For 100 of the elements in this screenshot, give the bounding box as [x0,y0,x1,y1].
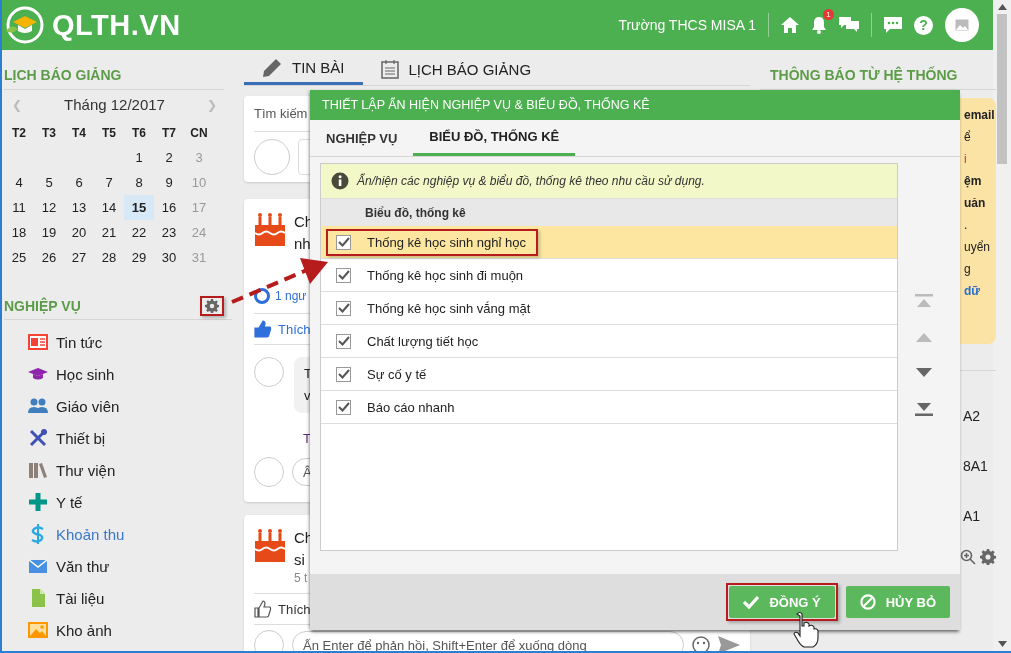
class-label[interactable]: 8A1 [963,458,988,474]
section-title: LỊCH BÁO GIẢNG [4,50,224,90]
menu-item[interactable]: Học sinh [28,358,208,390]
calendar-day[interactable]: 6 [64,170,94,195]
plus-icon [28,492,48,512]
calendar-day[interactable]: 7 [94,170,124,195]
column-header: Biểu đồ, thống kê [365,205,466,220]
weekday-label: T3 [41,125,57,140]
weekday-label: T6 [131,125,147,140]
menu-item[interactable]: Thiết bị [28,422,208,454]
checkmark-icon [743,595,760,609]
calendar-day[interactable]: 27 [64,245,94,270]
checkbox[interactable] [336,300,351,316]
feed-tab[interactable]: TIN BÀI [244,53,363,85]
scrollbar[interactable] [993,0,1011,651]
calendar-day[interactable]: 13 [64,195,94,220]
move-bottom-icon[interactable] [915,401,933,417]
menu-item[interactable]: Khoản thu [28,518,208,550]
send-icon[interactable] [718,636,740,651]
menu-item[interactable]: Giáo viên [28,390,208,422]
checkbox[interactable] [336,366,351,382]
scrollbar-thumb[interactable] [997,14,1007,164]
info-icon [331,172,349,190]
calendar-day[interactable]: 9 [154,170,184,195]
zoom-in-icon[interactable] [960,549,976,565]
calendar-day[interactable]: 26 [34,245,64,270]
menu-item[interactable]: Tài liệu [28,582,208,614]
calendar-day[interactable]: 12 [34,195,64,220]
notification-badge: 1 [823,9,834,20]
weekday-label: T2 [11,125,27,140]
class-label[interactable]: A1 [963,508,981,524]
calendar-day[interactable]: 2 [154,145,184,170]
calendar-day[interactable]: 25 [4,245,34,270]
weekday-label: CN [189,125,209,140]
emoji-icon[interactable] [692,636,710,651]
info-message: Ẩn/hiện các nghiệp vụ & biểu đồ, thống kê theo nhu cầu sử dụng. [357,174,705,188]
class-label[interactable]: A2 [963,408,981,424]
post-time: 5 t [294,571,309,585]
menu-item[interactable]: Tin tức [28,326,208,358]
calendar-day[interactable]: 30 [154,245,184,270]
row-label: Báo cáo nhanh [367,399,455,415]
scroll-up-icon[interactable] [997,4,1007,10]
calendar-day[interactable]: 23 [154,220,184,245]
calendar-day[interactable]: 20 [64,220,94,245]
calendar-day[interactable]: 22 [124,220,154,245]
message-icon[interactable] [884,16,902,34]
reaction-icon [254,288,270,304]
section-title: NGHIỆP VỤ [4,298,81,314]
calendar-day[interactable]: 14 [94,195,124,220]
settings-icon[interactable] [980,549,996,565]
checkbox[interactable] [336,333,351,349]
calendar-day[interactable]: 4 [4,170,34,195]
menu-item[interactable]: Y tế [28,486,208,518]
birthday-cake-icon [254,211,286,247]
calendar-day[interactable]: 8 [124,170,154,195]
row-label: Thống kê học sinh vắng mặt [367,300,531,316]
image-icon [28,620,48,640]
reaction-count[interactable]: 1 ngư [275,289,307,303]
calendar-day[interactable]: 11 [4,195,34,220]
checkbox[interactable] [336,267,351,283]
chat-icon[interactable] [839,16,859,34]
menu-item[interactable]: Thư viện [28,454,208,486]
notice-text: uản [964,195,986,212]
calendar-day[interactable]: 1 [124,145,154,170]
calendar-day[interactable]: 29 [124,245,154,270]
dialog-tab[interactable]: NGHIỆP VỤ [310,120,414,156]
notice-text: . [964,217,968,234]
comment-text: v [304,387,311,405]
post-title: nh [294,234,312,254]
calendar-day[interactable]: 18 [4,220,34,245]
calendar-day[interactable]: 28 [94,245,124,270]
calendar-day[interactable]: 21 [94,220,124,245]
notice-text: ể [964,129,971,146]
menu-item[interactable]: Kho ảnh [28,614,208,646]
post-title: si [294,550,306,570]
user-avatar[interactable] [945,8,979,42]
calendar-day[interactable]: 16 [154,195,184,220]
scroll-down-icon[interactable] [997,641,1007,647]
bell-icon[interactable] [811,16,827,34]
menu-item[interactable]: Văn thư [28,550,208,582]
month-label: Tháng 12/2017 [64,96,165,113]
search-placeholder[interactable]: Tìm kiếm [254,106,308,121]
feed-tab[interactable]: LỊCH BÁO GIẢNG [362,53,550,85]
notice-text: email [964,107,995,124]
checkbox[interactable] [336,399,351,415]
row-label: Thống kê học sinh đi muộn [367,267,524,283]
row-label: Sự cố y tế [367,366,427,382]
calendar-day[interactable]: 19 [34,220,64,245]
dialog-tab[interactable]: BIỂU ĐỒ, THỐNG KÊ [413,120,576,156]
settings-icon[interactable] [205,299,219,313]
tools-icon [28,428,48,448]
calendar-day[interactable]: 5 [34,170,64,195]
notice-text[interactable]: dữ [964,280,981,302]
calendar-day[interactable]: 15 [124,195,154,220]
list-row[interactable]: Thống kê học sinh nghỉ học [321,226,897,259]
calendar-icon [380,59,399,79]
checkbox[interactable] [336,234,351,250]
logo-icon[interactable] [4,5,44,45]
home-icon[interactable] [781,17,799,33]
row-label: Chất lượng tiết học [367,333,479,349]
